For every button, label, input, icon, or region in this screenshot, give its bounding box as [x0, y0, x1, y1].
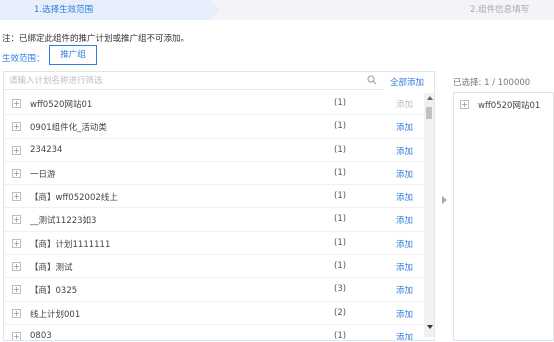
add-button[interactable]: 添加: [396, 191, 413, 203]
add-all-button[interactable]: 全部添加: [390, 76, 424, 88]
expand-icon[interactable]: +: [12, 238, 21, 248]
plan-count: (1): [334, 191, 347, 202]
search-input[interactable]: [9, 73, 349, 89]
add-button[interactable]: 添加: [396, 238, 413, 250]
list-item: + 0803 (1) 添加: [4, 325, 424, 340]
plan-count: (1): [334, 167, 347, 178]
add-button[interactable]: 添加: [396, 261, 413, 273]
list-item: + 0901组件化_活动类 (1) 添加: [4, 115, 424, 139]
search-icon[interactable]: [367, 75, 377, 85]
plan-count: (1): [334, 261, 347, 272]
plan-name: 线上计划001: [30, 309, 81, 320]
expand-icon[interactable]: +: [12, 99, 21, 108]
plan-count: (1): [334, 144, 347, 155]
add-button[interactable]: 添加: [396, 308, 413, 320]
search-bar: [3, 72, 383, 90]
step-component-info[interactable]: 2.组件信息填写: [470, 0, 529, 20]
selected-count: 已选择: 1 / 100000: [453, 78, 531, 88]
plan-count: (1): [334, 121, 347, 132]
scope-tag-ad-group[interactable]: 推广组: [49, 45, 97, 65]
expand-icon[interactable]: +: [460, 100, 469, 109]
list-item: + 234234 (1) 添加: [4, 139, 424, 162]
expand-icon[interactable]: +: [12, 262, 21, 272]
plan-name: 【商】wff052002线上: [30, 193, 118, 204]
plan-count: (1): [334, 214, 347, 225]
plan-count: (3): [334, 284, 347, 295]
list-item: + 【商】0325 (3) 添加: [4, 278, 424, 302]
plan-name: __测试11223如3: [30, 216, 97, 227]
scroll-up-icon[interactable]: [427, 96, 433, 100]
plan-count: (1): [334, 330, 347, 340]
selected-panel: [453, 92, 554, 341]
plan-name: 【商】0325: [30, 286, 78, 297]
expand-icon[interactable]: +: [12, 285, 21, 295]
plan-list: + wff0520网站01 (1) 添加 + 0901组件化_活动类 (1) 添…: [4, 92, 424, 340]
expand-icon[interactable]: +: [12, 308, 21, 318]
expand-icon[interactable]: +: [12, 192, 21, 202]
plan-count: (1): [334, 237, 347, 248]
list-item: + wff0520网站01 (1) 添加: [4, 92, 424, 116]
step-select-scope[interactable]: 1.选择生效范围: [0, 0, 220, 20]
list-item: + 【商】测试 (1) 添加: [4, 255, 424, 279]
plan-count: (2): [334, 307, 347, 318]
scroll-thumb[interactable]: [426, 107, 432, 119]
add-button[interactable]: 添加: [396, 331, 413, 340]
expand-icon[interactable]: +: [12, 145, 21, 155]
step-bar: 1.选择生效范围 2.组件信息填写: [0, 0, 554, 20]
plan-name: 一日游: [30, 169, 56, 180]
plan-name: 0803: [30, 330, 52, 340]
plan-name: wff0520网站01: [30, 100, 93, 110]
list-item: + 线上计划001 (2) 添加: [4, 302, 424, 325]
binding-note: 注：已绑定此组件的推广计划或推广组不可添加。: [2, 34, 190, 44]
expand-icon[interactable]: +: [12, 168, 21, 178]
add-button[interactable]: 添加: [396, 121, 413, 133]
plan-count: (1): [334, 98, 347, 108]
add-button[interactable]: 添加: [396, 168, 413, 180]
plan-name: 0901组件化_活动类: [30, 123, 107, 134]
add-button[interactable]: 添加: [396, 214, 413, 226]
list-item: + __测试11223如3 (1) 添加: [4, 208, 424, 232]
transfer-arrow-icon: [442, 196, 447, 204]
plan-name: 【商】测试: [30, 263, 73, 274]
add-button[interactable]: 添加: [396, 284, 413, 296]
expand-icon[interactable]: +: [12, 215, 21, 225]
scroll-down-icon[interactable]: [427, 325, 433, 329]
plan-name: 234234: [30, 144, 63, 155]
list-item: + 【商】wff052002线上 (1) 添加: [4, 185, 424, 209]
add-button[interactable]: 添加: [396, 145, 413, 157]
plan-name: 【商】计划1111111: [30, 239, 111, 250]
list-scrollbar[interactable]: [424, 93, 434, 337]
add-button: 添加: [396, 100, 414, 110]
selected-item-name: wff0520网站01: [478, 101, 541, 111]
expand-icon[interactable]: +: [12, 122, 21, 132]
expand-icon[interactable]: +: [12, 331, 21, 340]
list-item: + 一日游 (1) 添加: [4, 162, 424, 186]
scope-label: 生效范围：: [2, 54, 45, 64]
list-item: + 【商】计划1111111 (1) 添加: [4, 232, 424, 256]
